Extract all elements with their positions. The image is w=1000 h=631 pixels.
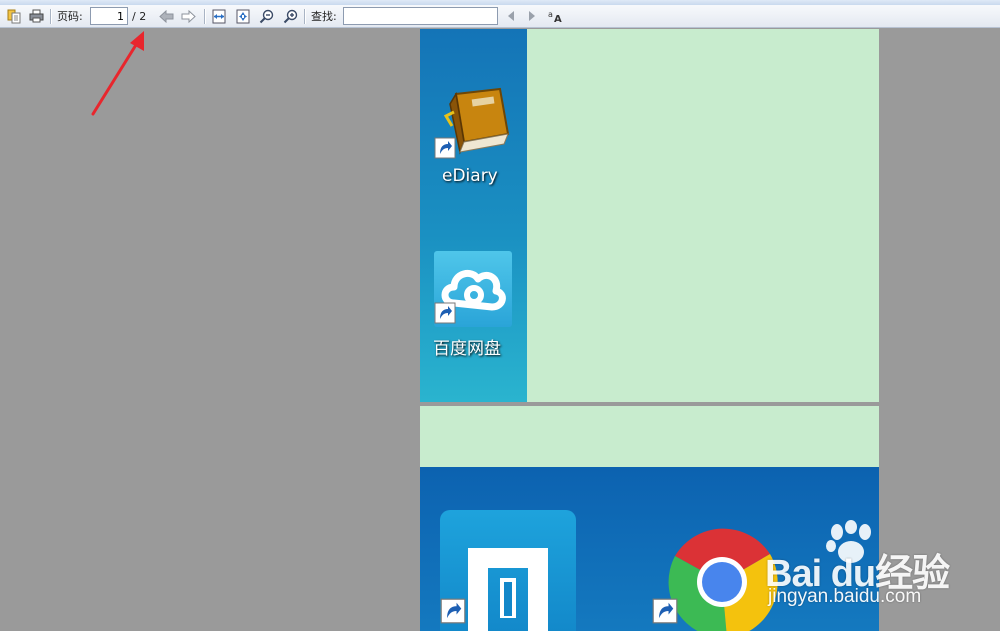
find-label: 查找: (311, 10, 337, 23)
match-case-icon[interactable]: aA (548, 8, 564, 24)
shortcut-arrow-icon (434, 137, 456, 159)
open-icon[interactable] (6, 8, 22, 24)
page-label: 页码: (57, 10, 83, 23)
red-arrow-annotation (91, 31, 144, 116)
toolbar-separator (50, 9, 51, 24)
find-input[interactable] (343, 7, 498, 25)
document-page: eDiary 百度网盘 (420, 29, 879, 402)
page-total: / 2 (132, 10, 147, 23)
desktop-icon-label: eDiary (442, 166, 498, 186)
desktop-icon-label: 百度网盘 (433, 339, 501, 359)
toolbar-separator (304, 9, 305, 24)
prev-page-icon[interactable] (158, 8, 174, 24)
svg-text:a: a (548, 10, 553, 19)
zoom-in-icon[interactable] (282, 8, 298, 24)
desktop-strip: eDiary 百度网盘 (420, 29, 527, 402)
shortcut-arrow-icon (440, 598, 466, 624)
fit-width-icon[interactable] (211, 8, 227, 24)
fit-page-icon[interactable] (235, 8, 251, 24)
find-next-icon[interactable] (524, 8, 540, 24)
print-icon[interactable] (28, 8, 44, 24)
zoom-out-icon[interactable] (258, 8, 274, 24)
find-prev-icon[interactable] (503, 8, 519, 24)
toolbar-separator (204, 9, 205, 24)
svg-text:A: A (554, 14, 562, 23)
desktop-icon[interactable] (440, 510, 576, 631)
shortcut-arrow-icon (652, 598, 678, 624)
page-number-input[interactable] (90, 7, 128, 25)
desktop-icon[interactable]: eDiary (420, 84, 527, 194)
next-page-icon[interactable] (180, 8, 196, 24)
pdf-toolbar: 页码: / 2 查找: aA (0, 5, 1000, 28)
desktop-icon[interactable]: 百度网盘 (420, 249, 527, 364)
shortcut-arrow-icon (434, 302, 456, 324)
baidu-jingyan-watermark: Bai du经验 jingyan.baidu.com (765, 520, 995, 610)
watermark-url: jingyan.baidu.com (768, 586, 922, 607)
